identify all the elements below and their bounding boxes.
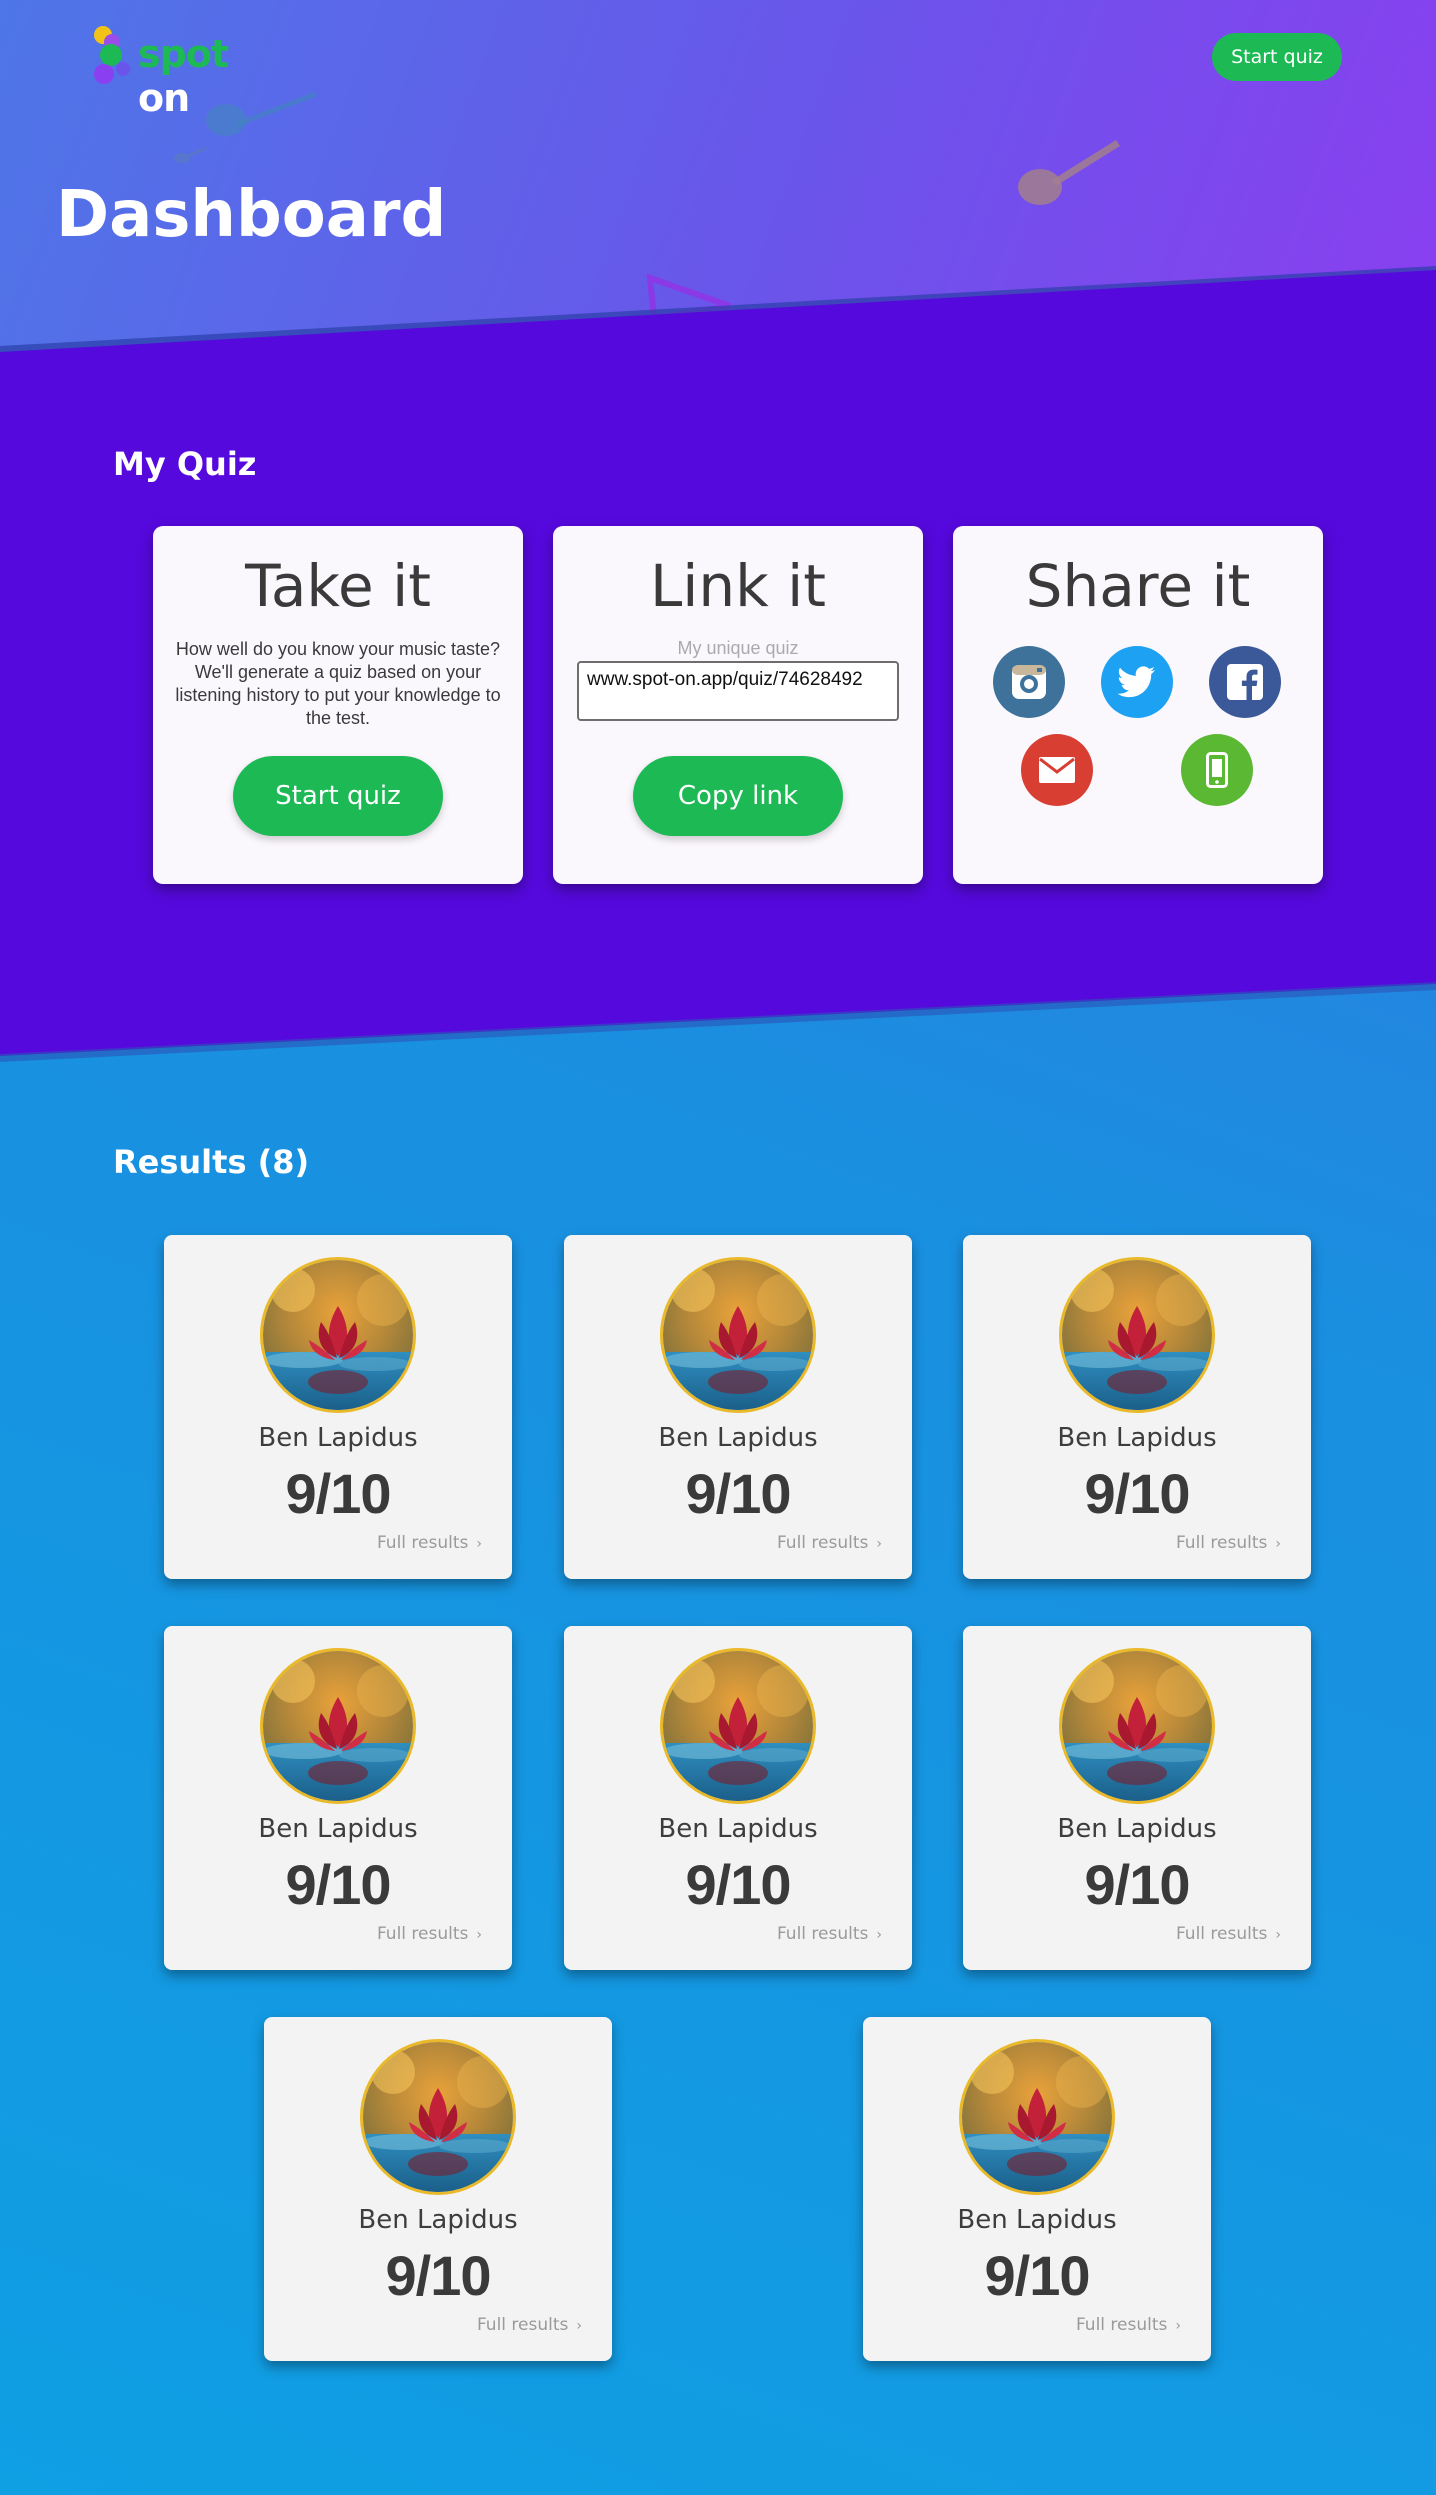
result-card[interactable]: Ben Lapidus 9/10 Full results ›	[863, 2017, 1211, 2361]
start-quiz-button[interactable]: Start quiz	[233, 756, 443, 836]
link-it-card: Link it My unique quiz www.spot-on.app/q…	[553, 526, 923, 884]
twitter-glyph	[1117, 666, 1155, 698]
result-card[interactable]: Ben Lapidus 9/10 Full results ›	[564, 1626, 912, 1970]
result-card[interactable]: Ben Lapidus 9/10 Full results ›	[963, 1626, 1311, 1970]
result-name: Ben Lapidus	[658, 1423, 818, 1453]
copy-link-button[interactable]: Copy link	[633, 756, 843, 836]
full-results-label: Full results	[376, 1924, 469, 1944]
full-results-label: Full results	[376, 1533, 469, 1553]
result-score: 9/10	[685, 1462, 792, 1525]
result-score: 9/10	[285, 1462, 392, 1525]
full-results-link[interactable]: Full results ›	[1176, 1533, 1281, 1553]
facebook-icon[interactable]	[1209, 646, 1281, 718]
chevron-right-icon: ›	[476, 1927, 482, 1943]
chevron-right-icon: ›	[876, 1927, 882, 1943]
result-score: 9/10	[1084, 1853, 1191, 1916]
chevron-right-icon: ›	[1275, 1927, 1281, 1943]
result-score: 9/10	[984, 2244, 1091, 2307]
take-it-card: Take it How well do you know your music …	[153, 526, 523, 884]
share-it-title: Share it	[1025, 552, 1251, 620]
result-name: Ben Lapidus	[1057, 1814, 1217, 1844]
full-results-label: Full results	[1175, 1533, 1268, 1553]
take-it-description: How well do you know your music taste? W…	[175, 639, 501, 728]
quiz-link-field[interactable]: www.spot-on.app/quiz/74628492	[577, 661, 899, 721]
full-results-link[interactable]: Full results ›	[377, 1924, 482, 1944]
avatar	[360, 2039, 516, 2195]
lotus-avatar-image	[1062, 1260, 1212, 1410]
header-start-quiz-button[interactable]: Start quiz	[1212, 33, 1342, 81]
avatar	[1059, 1648, 1215, 1804]
result-score: 9/10	[1084, 1462, 1191, 1525]
phone-icon[interactable]	[1181, 734, 1253, 806]
take-it-title: Take it	[245, 552, 431, 620]
result-name: Ben Lapidus	[358, 2205, 518, 2235]
spot-on-logo[interactable]: spot on	[92, 22, 272, 120]
logo-dot	[116, 62, 130, 76]
result-card[interactable]: Ben Lapidus 9/10 Full results ›	[264, 2017, 612, 2361]
lotus-avatar-image	[263, 1260, 413, 1410]
lotus-avatar-image	[1062, 1651, 1212, 1801]
result-name: Ben Lapidus	[1057, 1423, 1217, 1453]
full-results-link[interactable]: Full results ›	[477, 2315, 582, 2335]
logo-dot	[94, 64, 114, 84]
avatar	[959, 2039, 1115, 2195]
full-results-label: Full results	[1175, 1924, 1268, 1944]
result-name: Ben Lapidus	[258, 1814, 418, 1844]
result-score: 9/10	[385, 2244, 492, 2307]
instagram-icon[interactable]	[993, 646, 1065, 718]
music-note-decoration	[1018, 140, 1120, 205]
result-name: Ben Lapidus	[658, 1814, 818, 1844]
twitter-icon[interactable]	[1101, 646, 1173, 718]
avatar	[1059, 1257, 1215, 1413]
share-it-card: Share it	[953, 526, 1323, 884]
page-title: Dashboard	[56, 178, 447, 252]
full-results-link[interactable]: Full results ›	[777, 1533, 882, 1553]
result-score: 9/10	[685, 1853, 792, 1916]
full-results-label: Full results	[776, 1533, 869, 1553]
avatar	[260, 1648, 416, 1804]
quiz-link-label: My unique quiz	[677, 638, 799, 658]
avatar	[660, 1648, 816, 1804]
logo-text: spot on	[138, 32, 229, 120]
lotus-avatar-image	[962, 2042, 1112, 2192]
result-card[interactable]: Ben Lapidus 9/10 Full results ›	[164, 1626, 512, 1970]
full-results-label: Full results	[476, 2315, 569, 2335]
instagram-glyph	[1012, 665, 1046, 699]
chevron-right-icon: ›	[476, 1536, 482, 1552]
results-heading: Results (8)	[113, 1143, 310, 1181]
lotus-avatar-image	[663, 1651, 813, 1801]
avatar	[660, 1257, 816, 1413]
phone-glyph	[1206, 752, 1228, 788]
full-results-link[interactable]: Full results ›	[1176, 1924, 1281, 1944]
result-card[interactable]: Ben Lapidus 9/10 Full results ›	[164, 1235, 512, 1579]
lotus-avatar-image	[363, 2042, 513, 2192]
full-results-link[interactable]: Full results ›	[1076, 2315, 1181, 2335]
lotus-avatar-image	[663, 1260, 813, 1410]
chevron-right-icon: ›	[1275, 1536, 1281, 1552]
link-it-title: Link it	[649, 552, 827, 620]
avatar	[260, 1257, 416, 1413]
full-results-link[interactable]: Full results ›	[777, 1924, 882, 1944]
full-results-label: Full results	[1075, 2315, 1168, 2335]
email-icon[interactable]	[1021, 734, 1093, 806]
chevron-right-icon: ›	[876, 1536, 882, 1552]
email-glyph	[1039, 757, 1075, 783]
full-results-link[interactable]: Full results ›	[377, 1533, 482, 1553]
facebook-glyph	[1227, 664, 1263, 700]
my-quiz-heading: My Quiz	[113, 445, 257, 483]
result-name: Ben Lapidus	[957, 2205, 1117, 2235]
result-score: 9/10	[285, 1853, 392, 1916]
result-name: Ben Lapidus	[258, 1423, 418, 1453]
lotus-avatar-image	[263, 1651, 413, 1801]
full-results-label: Full results	[776, 1924, 869, 1944]
result-card[interactable]: Ben Lapidus 9/10 Full results ›	[564, 1235, 912, 1579]
chevron-right-icon: ›	[1175, 2318, 1181, 2334]
result-card[interactable]: Ben Lapidus 9/10 Full results ›	[963, 1235, 1311, 1579]
chevron-right-icon: ›	[576, 2318, 582, 2334]
